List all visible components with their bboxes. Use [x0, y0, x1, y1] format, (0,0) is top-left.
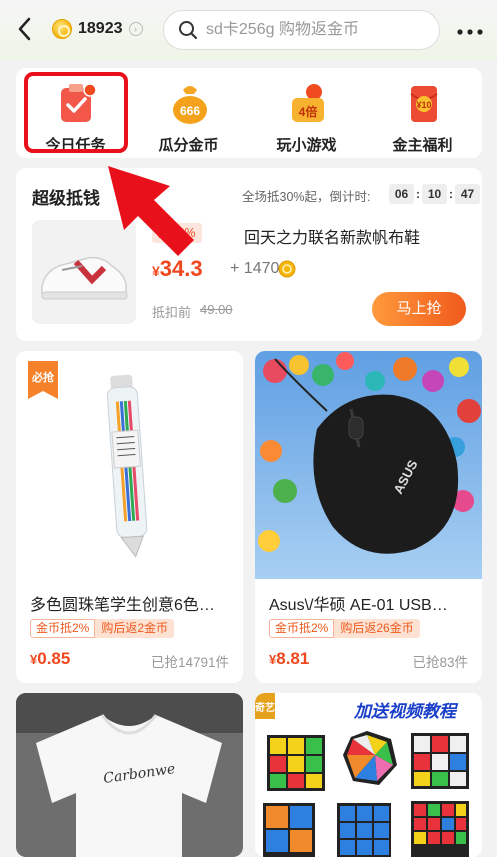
entry-label: 玩小游戏: [276, 137, 337, 154]
plus-coins: + 1470: [230, 260, 280, 277]
red-envelope-icon: ¥10: [410, 86, 438, 122]
timer-hours: 06: [389, 184, 414, 204]
game-text: 4倍: [299, 104, 318, 119]
more-options-button[interactable]: [457, 18, 483, 38]
search-box[interactable]: [163, 10, 440, 50]
cashback-badge: 购后返26金币: [334, 619, 420, 638]
mouse-icon: ASUS: [255, 351, 482, 579]
deal-title: 超级抵钱: [32, 189, 100, 208]
gold-coin-icon: [278, 260, 296, 278]
product-card[interactable]: Carbonwe: [16, 693, 243, 857]
search-icon: [179, 21, 198, 40]
entry-sponsor-welfare[interactable]: ¥10 金主福利: [370, 74, 475, 154]
highlight-frame: [24, 72, 128, 153]
top-bar: 18923 ›: [0, 0, 497, 60]
product-price: ¥0.85: [30, 649, 70, 669]
countdown-timer: 06 : 10 : 47: [389, 184, 480, 204]
product-card[interactable]: 奇艺 加送视频教程: [255, 693, 482, 857]
coin-badges: 金币抵2% 购后返2金币: [30, 619, 175, 638]
original-price-label: 抵扣前: [152, 305, 192, 320]
search-input[interactable]: [206, 21, 426, 39]
product-card[interactable]: 必抢 多色圆珠笔学生创意6色… 金币抵2% 购后返2金币 ¥0.85 已抢147…: [16, 351, 243, 683]
entry-split-coins[interactable]: 666 瓜分金币: [136, 74, 241, 154]
money-bag-666-icon: 666: [173, 86, 207, 124]
more-dots-icon: [457, 29, 483, 35]
envelope-text: ¥10: [416, 100, 431, 110]
entry-mini-games[interactable]: 4倍 玩小游戏: [254, 74, 359, 154]
coin-balance[interactable]: 18923 ›: [52, 17, 143, 41]
must-grab-badge: 必抢: [28, 361, 58, 399]
bag-text: 666: [180, 104, 200, 118]
sold-count: 已抢14791件: [150, 655, 229, 670]
buy-now-button[interactable]: 马上抢: [372, 292, 466, 326]
chevron-left-icon: [18, 17, 31, 41]
mouse-product-image: ASUS: [255, 351, 482, 579]
tshirt-icon: Carbonwe: [16, 693, 243, 857]
super-deal-card[interactable]: 超级抵钱 全场抵30%起，倒计时: 06 : 10 : 47 抵30% 回天之力…: [16, 168, 482, 341]
coin-discount-badge: 金币抵2%: [269, 619, 335, 638]
coin-count: 18923: [78, 20, 123, 37]
tag-text: 奇艺: [255, 701, 275, 714]
coin-discount-badge: 金币抵2%: [30, 619, 96, 638]
chevron-right-icon: ›: [128, 22, 143, 36]
timer-minutes: 10: [422, 184, 447, 204]
gold-coin-icon: [52, 19, 72, 39]
game-4x-icon: 4倍: [292, 84, 324, 122]
coin-badges: 金币抵2% 购后返26金币: [269, 619, 420, 638]
deal-product-name: 回天之力联名新款帆布鞋: [244, 230, 421, 247]
original-price: 49.00: [200, 302, 233, 317]
red-pointer-arrow: [108, 166, 194, 256]
ribbon-icon: 必抢: [28, 361, 58, 399]
banner-text: 加送视频教程: [353, 702, 459, 721]
price-value: 0.85: [37, 649, 71, 668]
cashback-badge: 购后返2金币: [95, 619, 175, 638]
sold-count: 已抢83件: [412, 655, 468, 670]
price-value: 8.81: [276, 649, 310, 668]
timer-seconds: 47: [455, 184, 480, 204]
badge-text: 必抢: [31, 370, 55, 384]
deal-subtitle: 全场抵30%起，倒计时:: [242, 190, 371, 204]
currency-symbol: ¥: [152, 263, 160, 279]
product-name: Asus\/华硕 AE-01 USB…: [269, 597, 448, 614]
rubiks-cube-icon: 奇艺 加送视频教程: [255, 693, 482, 857]
product-card[interactable]: ASUS Asus\/华硕 AE-01 USB… 金币抵2% 购后返26金币 ¥…: [255, 351, 482, 683]
tshirt-product-image: Carbonwe: [16, 693, 243, 857]
entry-label: 金主福利: [392, 137, 453, 154]
rubiks-cube-product-image: 奇艺 加送视频教程: [255, 693, 482, 857]
back-button[interactable]: [12, 14, 36, 44]
product-name: 多色圆珠笔学生创意6色…: [30, 597, 215, 614]
product-price: ¥8.81: [269, 649, 309, 669]
